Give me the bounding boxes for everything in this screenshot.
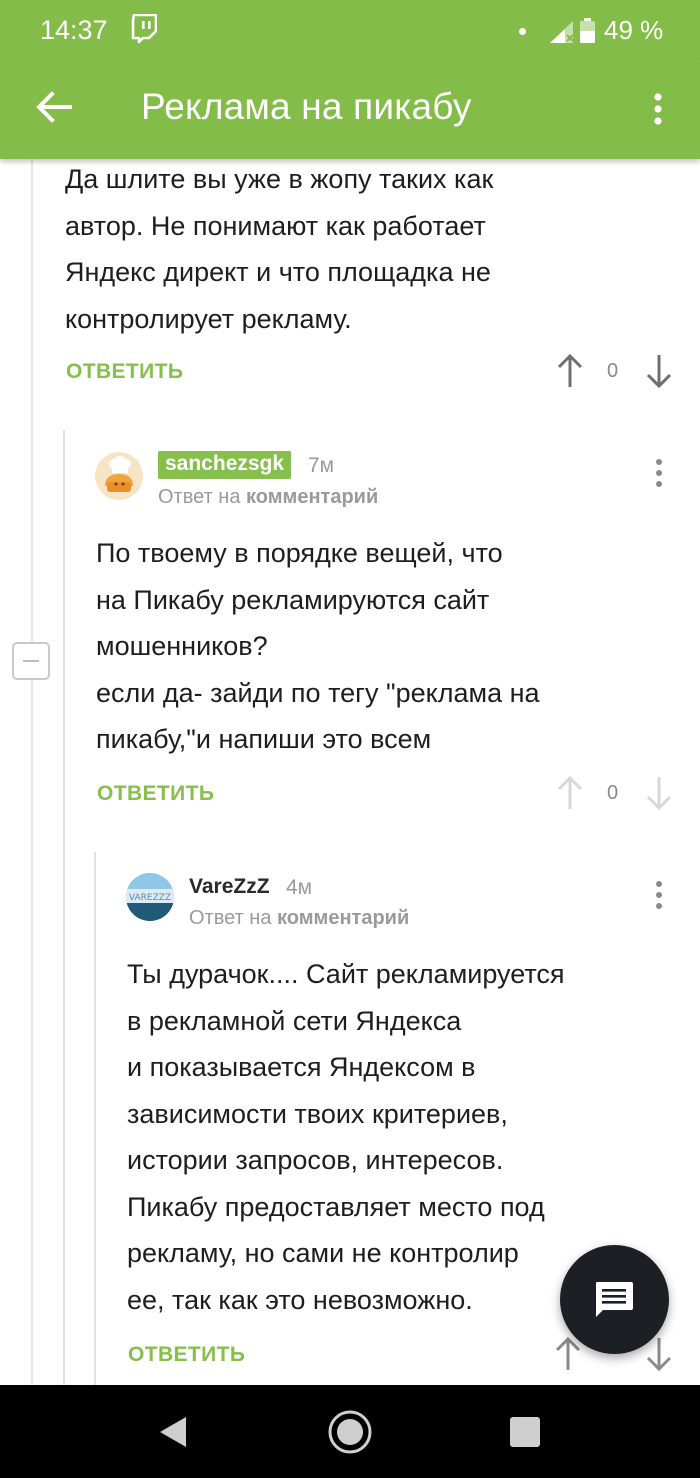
notification-dot <box>519 28 526 35</box>
arrow-down-icon[interactable] <box>644 775 674 811</box>
reply-button[interactable]: ОТВЕТИТЬ <box>66 360 183 384</box>
more-vert-icon[interactable] <box>649 456 669 490</box>
signal-icon <box>550 21 574 43</box>
nav-back-icon[interactable] <box>158 1415 188 1449</box>
arrow-up-icon[interactable] <box>553 1336 583 1372</box>
reply-button[interactable]: ОТВЕТИТЬ <box>128 1343 245 1367</box>
system-nav-bar <box>0 1385 700 1478</box>
reply-to-prefix: Ответ на <box>158 486 241 508</box>
nav-home-icon[interactable] <box>328 1410 372 1454</box>
arrow-up-icon[interactable] <box>555 775 585 811</box>
comment-text: Ты дурачок.... Сайт рекламируется в рекл… <box>127 959 565 1315</box>
page-title: Реклама на пикабу <box>141 86 472 127</box>
username[interactable]: VareZzZ <box>189 875 270 899</box>
thread-line <box>94 852 96 1385</box>
reply-to-link[interactable]: комментарий <box>246 486 378 508</box>
thread-line <box>63 430 65 1385</box>
thread-line <box>31 159 33 1385</box>
more-vert-icon[interactable] <box>638 84 678 134</box>
avatar[interactable] <box>95 452 143 500</box>
comment-text: По твоему в порядке вещей, что на Пикабу… <box>96 538 540 754</box>
more-vert-icon[interactable] <box>649 878 669 912</box>
reply-to: Ответ на комментарий <box>189 907 409 930</box>
status-time: 14:37 <box>40 15 108 45</box>
arrow-back-icon[interactable] <box>30 82 80 132</box>
reply-to-link[interactable]: комментарий <box>277 907 409 929</box>
chat-icon <box>596 1282 633 1317</box>
comment-time: 7м <box>308 454 335 477</box>
status-bar: 14:37 49 % <box>0 0 700 60</box>
reply-to: Ответ на комментарий <box>158 486 378 509</box>
avatar[interactable]: VAREZZZ <box>126 873 174 921</box>
collapse-icon[interactable] <box>12 642 50 680</box>
app-bar: Реклама на пикабу <box>0 60 700 159</box>
arrow-down-icon[interactable] <box>644 353 674 389</box>
reply-button[interactable]: ОТВЕТИТЬ <box>97 782 214 806</box>
score: 0 <box>607 782 619 804</box>
comment-text: Да шлите вы уже в жопу таких как автор. … <box>65 164 494 334</box>
twitch-icon <box>131 14 157 44</box>
write-comment-button[interactable] <box>560 1245 669 1354</box>
battery-percent: 49 % <box>604 15 664 45</box>
comment-time: 4м <box>286 876 313 899</box>
score: 0 <box>607 360 619 382</box>
svg-text:VAREZZZ: VAREZZZ <box>129 893 171 903</box>
username[interactable]: sanchezsgk <box>158 451 292 479</box>
nav-recents-icon[interactable] <box>510 1417 540 1447</box>
battery-icon <box>580 18 595 43</box>
arrow-up-icon[interactable] <box>555 353 585 389</box>
reply-to-prefix: Ответ на <box>189 907 272 929</box>
